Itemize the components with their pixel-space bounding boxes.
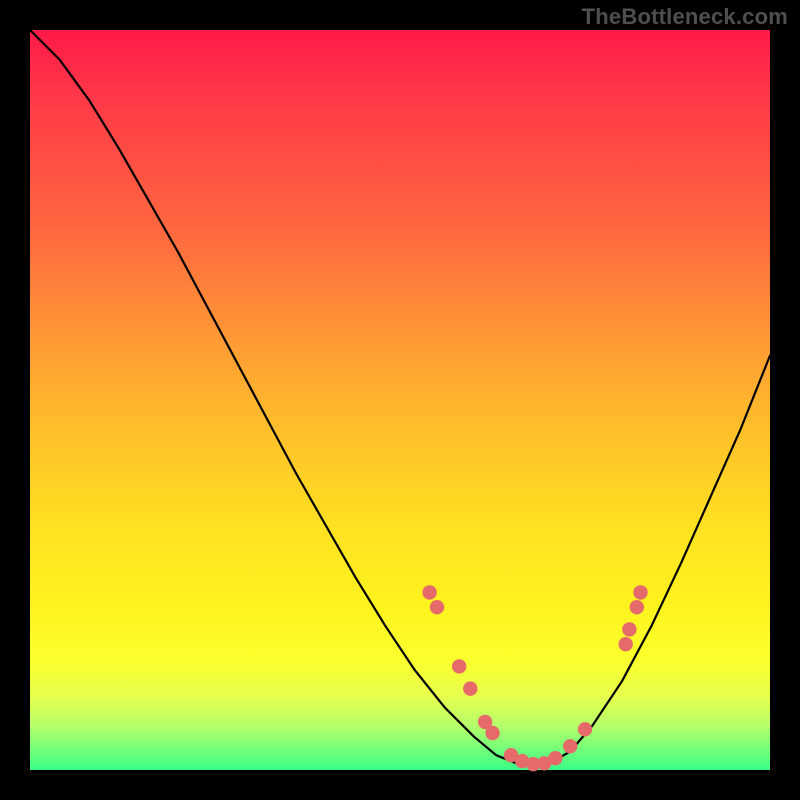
- watermark-text: TheBottleneck.com: [582, 4, 788, 30]
- marker-dot: [430, 600, 444, 614]
- plot-area: [30, 30, 770, 770]
- marker-dot: [548, 751, 562, 765]
- marker-dot: [422, 585, 436, 599]
- marker-dot: [630, 600, 644, 614]
- marker-dot: [619, 637, 633, 651]
- curve-svg: [30, 30, 770, 770]
- marker-dot: [452, 659, 466, 673]
- marker-dot: [578, 722, 592, 736]
- marker-dot: [622, 622, 636, 636]
- marker-dots: [422, 585, 647, 771]
- marker-dot: [463, 681, 477, 695]
- marker-dot: [485, 726, 499, 740]
- marker-dot: [563, 739, 577, 753]
- marker-dot: [633, 585, 647, 599]
- bottleneck-curve: [30, 30, 770, 767]
- chart-frame: TheBottleneck.com: [0, 0, 800, 800]
